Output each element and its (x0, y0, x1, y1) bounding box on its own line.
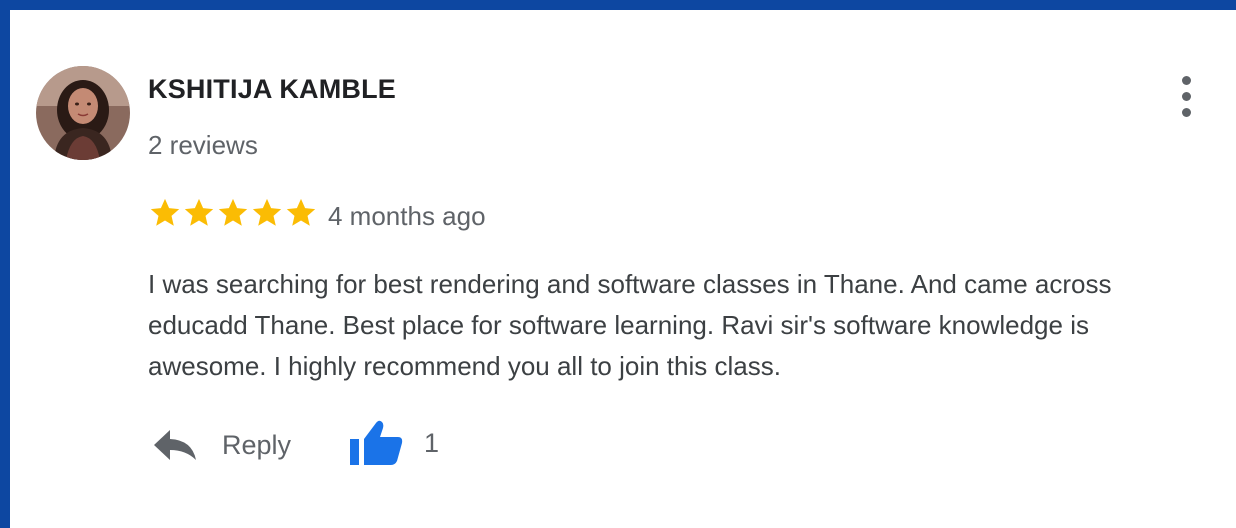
star-icon (218, 198, 248, 226)
thumbs-up-icon (350, 420, 403, 465)
review-time: 4 months ago (328, 201, 486, 231)
star-icon (286, 198, 316, 226)
review-card: KSHITIJA KAMBLE 2 reviews 4 months ago I… (10, 10, 1236, 528)
like-count: 1 (424, 427, 440, 458)
avatar-photo (36, 66, 130, 160)
reply-arrow-icon (154, 430, 196, 460)
more-dot (1182, 76, 1191, 85)
review-text: I was searching for best rendering and s… (148, 269, 1112, 381)
author-name[interactable]: KSHITIJA KAMBLE (148, 74, 396, 105)
star-rating (148, 196, 318, 230)
star-icon (150, 198, 180, 226)
author-review-count: 2 reviews (148, 130, 258, 160)
reply-button[interactable]: Reply (152, 422, 291, 468)
author-avatar[interactable] (36, 66, 130, 160)
reply-label: Reply (222, 429, 292, 460)
like-button[interactable]: 1 (348, 418, 439, 468)
more-dot (1182, 92, 1191, 101)
more-dot (1182, 108, 1191, 117)
star-icon (184, 198, 214, 226)
more-options-icon[interactable] (1170, 72, 1202, 122)
star-icon (252, 198, 282, 226)
